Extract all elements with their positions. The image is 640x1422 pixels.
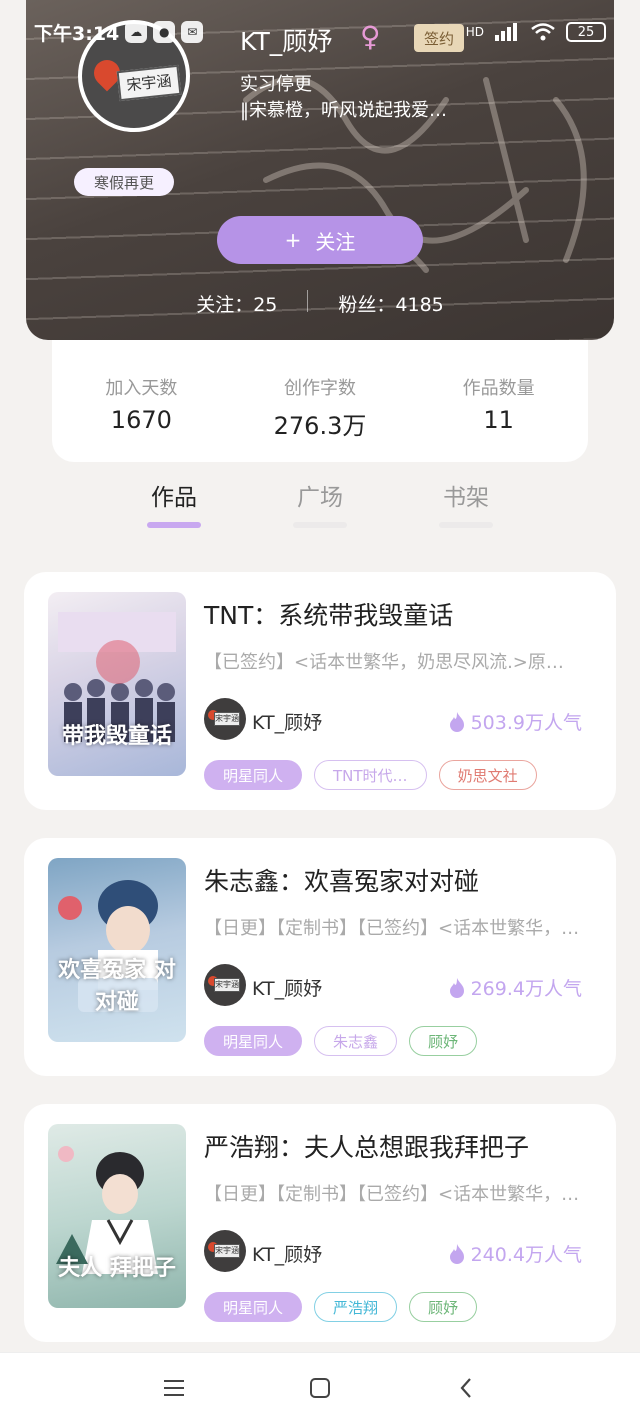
network-label: HD	[465, 25, 484, 39]
following-count: 25	[253, 294, 278, 316]
status-time: 下午3:14	[34, 22, 120, 45]
book-description: 【已签约】<话本世繁华，奶思尽风流.>原…	[204, 652, 564, 673]
author-avatar: 宋宇涵	[204, 1230, 246, 1272]
back-chevron-icon	[460, 1377, 471, 1398]
system-nav-bar	[0, 1352, 640, 1422]
stat-value: 11	[483, 406, 514, 434]
book-card[interactable]: 欢喜冤家 对对碰 朱志鑫：欢喜冤家对对碰 【日更】【定制书】【已签约】<话本世繁…	[24, 838, 616, 1076]
stat-label: 加入天数	[105, 378, 178, 399]
stat-label: 作品数量	[462, 378, 535, 399]
fans-stat[interactable]: 粉丝：4185	[338, 290, 443, 317]
status-right: HD 25	[466, 22, 606, 42]
cloud-app-icon: ☁	[125, 21, 148, 43]
book-tags: 明星同人 严浩翔 顾妤	[204, 1292, 478, 1322]
plus-icon: +	[284, 228, 302, 252]
wechat-app-icon: ✉	[181, 21, 204, 43]
author-name: KT_顾妤	[252, 978, 323, 1000]
book-cover[interactable]: 欢喜冤家 对对碰	[48, 858, 186, 1042]
tab-label: 广场	[297, 485, 343, 511]
following-stat[interactable]: 关注：25	[196, 290, 277, 317]
tab-label: 书架	[443, 485, 489, 511]
book-cover[interactable]: 带我毁童话	[48, 592, 186, 776]
popularity-value: 269.4万人气	[470, 978, 582, 1000]
book-title[interactable]: 严浩翔：夫人总想跟我拜把子	[204, 1128, 529, 1164]
fans-label: 粉丝：	[338, 294, 396, 316]
cover-title: 欢喜冤家 对对碰	[58, 958, 176, 1015]
qq-app-icon: ●	[153, 21, 176, 43]
flame-icon	[449, 711, 464, 732]
author-name: KT_顾妤	[252, 712, 323, 734]
book-tag[interactable]: 严浩翔	[314, 1292, 398, 1322]
book-tag[interactable]: TNT时代…	[314, 760, 427, 790]
cover-title: 带我毁童话	[61, 724, 172, 749]
profile-motto: ‖宋慕橙，听风说起我爱…	[240, 100, 447, 121]
avatar-label: 宋宇涵	[214, 978, 240, 992]
book-tag[interactable]: 顾妤	[409, 1292, 478, 1322]
stats-divider	[307, 290, 309, 312]
tab-works[interactable]: 作品	[147, 478, 201, 542]
tab-square[interactable]: 广场	[293, 478, 347, 542]
author-avatar: 宋宇涵	[204, 698, 246, 740]
book-tag[interactable]: 明星同人	[204, 760, 303, 790]
signal-icon	[495, 23, 517, 41]
battery-indicator: 25	[566, 22, 606, 42]
book-tag[interactable]: 顾妤	[409, 1026, 478, 1056]
stat-value: 1670	[110, 406, 172, 434]
book-cover[interactable]: 夫人 拜把子	[48, 1124, 186, 1308]
wifi-icon	[531, 23, 555, 41]
profile-tabs: 作品 广场 书架	[0, 478, 640, 542]
stat-label: 创作字数	[284, 378, 356, 399]
tab-indicator	[147, 522, 201, 528]
tab-bookshelf[interactable]: 书架	[439, 478, 493, 542]
book-title[interactable]: TNT：系统带我毁童话	[204, 596, 453, 632]
follow-stats: 关注：25 粉丝：4185	[0, 290, 640, 317]
avatar-label: 宋宇涵	[214, 1244, 240, 1258]
popularity-value: 503.9万人气	[470, 712, 582, 734]
profile-status: 实习停更	[240, 74, 312, 95]
avatar-label: 宋宇涵	[116, 64, 182, 102]
cover-title: 夫人 拜把子	[58, 1256, 176, 1281]
stat-value: 276.3万	[273, 412, 367, 440]
follow-button[interactable]: + 关注	[217, 216, 423, 264]
stat-work-count: 作品数量 11	[409, 340, 588, 462]
book-tag[interactable]: 奶思文社	[438, 760, 537, 790]
stat-join-days: 加入天数 1670	[52, 340, 231, 462]
home-square-icon	[310, 1377, 330, 1398]
follow-button-label: 关注	[315, 229, 356, 254]
avatar-label: 宋宇涵	[214, 712, 240, 726]
book-tags: 明星同人 朱志鑫 顾妤	[204, 1026, 478, 1056]
book-tag[interactable]: 明星同人	[204, 1292, 303, 1322]
book-tag[interactable]: 明星同人	[204, 1026, 303, 1056]
menu-button[interactable]	[161, 1375, 187, 1401]
status-bar: 下午3:14 ☁ ● ✉ HD 25	[34, 18, 606, 46]
tab-indicator	[293, 522, 347, 528]
status-badge: 寒假再更	[74, 168, 175, 196]
tab-indicator	[439, 522, 493, 528]
home-button[interactable]	[307, 1375, 333, 1401]
back-button[interactable]	[453, 1375, 479, 1401]
flame-icon	[449, 977, 464, 998]
book-tags: 明星同人 TNT时代… 奶思文社	[204, 760, 537, 790]
book-card[interactable]: 夫人 拜把子 严浩翔：夫人总想跟我拜把子 【日更】【定制书】【已签约】<话本世繁…	[24, 1104, 616, 1342]
following-label: 关注：	[196, 294, 254, 316]
popularity-count: 269.4万人气	[449, 974, 582, 1001]
author-avatar: 宋宇涵	[204, 964, 246, 1006]
flame-icon	[449, 1243, 464, 1264]
status-app-icons: ☁ ● ✉	[125, 21, 204, 43]
author-name: KT_顾妤	[252, 1244, 323, 1266]
author-stats-card: 加入天数 1670 创作字数 276.3万 作品数量 11	[52, 340, 588, 462]
stat-word-count: 创作字数 276.3万	[231, 340, 410, 462]
fans-count: 4185	[395, 294, 444, 316]
book-description: 【日更】【定制书】【已签约】<话本世繁华，…	[204, 918, 580, 939]
book-tag[interactable]: 朱志鑫	[314, 1026, 398, 1056]
popularity-count: 240.4万人气	[449, 1240, 582, 1267]
popularity-value: 240.4万人气	[470, 1244, 582, 1266]
popularity-count: 503.9万人气	[449, 708, 582, 735]
tab-label: 作品	[151, 485, 197, 511]
book-description: 【日更】【定制书】【已签约】<话本世繁华，…	[204, 1184, 580, 1205]
menu-icon	[164, 1379, 184, 1396]
book-title[interactable]: 朱志鑫：欢喜冤家对对碰	[204, 862, 479, 898]
book-card[interactable]: 带我毁童话 TNT：系统带我毁童话 【已签约】<话本世繁华，奶思尽风流.>原… …	[24, 572, 616, 810]
